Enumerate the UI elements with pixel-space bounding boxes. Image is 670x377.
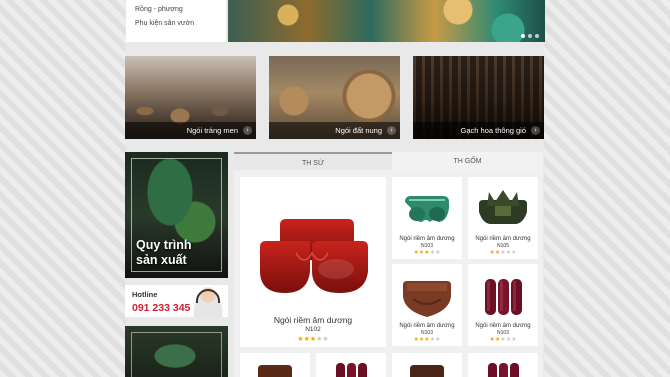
product-card[interactable] xyxy=(392,353,462,377)
tab-th-su[interactable]: TH SỨ xyxy=(234,152,392,170)
product-card[interactable] xyxy=(468,353,538,377)
hero-banner[interactable] xyxy=(228,0,545,42)
chevron-right-icon[interactable]: › xyxy=(243,126,252,135)
hotline-box[interactable]: Hotline 091 233 345 xyxy=(125,285,228,317)
category-label: Ngói đất nung xyxy=(269,122,400,139)
star-empty-icon: ★ xyxy=(322,336,329,343)
production-process-banner[interactable]: Quy trình sản xuất xyxy=(125,152,228,278)
product-image xyxy=(479,190,527,224)
product-card[interactable]: Ngói riềm âm dương N105 ★★★★★ xyxy=(468,177,538,259)
product-name[interactable]: Ngói riềm âm dương xyxy=(468,236,538,242)
product-name[interactable]: Ngói riềm âm dương xyxy=(392,236,462,242)
product-image xyxy=(410,365,444,377)
product-card[interactable] xyxy=(240,353,310,377)
rating-stars: ★★★★★ xyxy=(468,336,538,343)
category-label: Gạch hoa thông gió xyxy=(413,122,544,139)
rating-stars: ★★★★★ xyxy=(392,336,462,343)
product-name[interactable]: Ngói riềm âm dương xyxy=(392,323,462,329)
star-empty-icon: ★ xyxy=(511,250,517,256)
banner-pagination xyxy=(521,34,539,38)
sidebar-promo-banner[interactable] xyxy=(125,326,228,377)
product-image xyxy=(336,363,367,377)
star-empty-icon: ★ xyxy=(435,250,441,256)
category-tile-clay-tiles[interactable]: Ngói đất nung › xyxy=(269,56,400,139)
process-title: Quy trình sản xuất xyxy=(136,238,192,268)
product-card[interactable] xyxy=(316,353,386,377)
product-image xyxy=(260,219,368,293)
product-card[interactable]: Ngói riềm âm dương N103 ★★★★★ xyxy=(392,264,462,346)
rating-stars: ★★★★★ xyxy=(392,249,462,256)
banner-frame xyxy=(131,332,222,377)
star-empty-icon: ★ xyxy=(435,337,441,343)
product-image xyxy=(403,281,451,317)
product-name[interactable]: Ngói riềm âm dương xyxy=(468,323,538,329)
banner-dot[interactable] xyxy=(528,34,532,38)
product-tabs: TH SỨ TH GỐM xyxy=(234,152,543,170)
menu-item-phu-kien-san-vuon[interactable]: Phụ kiện sân vườn xyxy=(126,17,226,31)
process-title-line1: Quy trình xyxy=(136,238,192,252)
category-tile-glazed-tiles[interactable]: Ngói tráng men › xyxy=(125,56,256,139)
rating-stars: ★★★★★ xyxy=(240,335,386,343)
rating-stars: ★★★★★ xyxy=(468,249,538,256)
product-card-featured[interactable]: Ngói riềm âm dương N102 ★★★★★ xyxy=(240,177,386,347)
category-label: Ngói tráng men xyxy=(125,122,256,139)
product-name[interactable]: Ngói riềm âm dương xyxy=(240,315,386,325)
product-image xyxy=(485,279,522,315)
category-menu: Rồng - phượng Phụ kiện sân vườn xyxy=(126,0,226,42)
process-title-line2: sản xuất xyxy=(136,253,187,267)
product-code: N102 xyxy=(305,326,321,333)
background-pattern-right xyxy=(544,0,670,377)
product-image xyxy=(488,363,519,377)
category-tile-vent-bricks[interactable]: Gạch hoa thông gió › xyxy=(413,56,544,139)
banner-dot[interactable] xyxy=(521,34,525,38)
chevron-right-icon[interactable]: › xyxy=(387,126,396,135)
hotline-label: Hotline xyxy=(132,290,158,299)
hotline-number[interactable]: 091 233 345 xyxy=(132,302,190,314)
tab-th-gom[interactable]: TH GỐM xyxy=(392,152,543,170)
product-card[interactable]: Ngói riềm âm dương N103 ★★★★★ xyxy=(468,264,538,346)
product-card[interactable]: Ngói riềm âm dương N103 ★★★★★ xyxy=(392,177,462,259)
chevron-right-icon[interactable]: › xyxy=(531,126,540,135)
background-pattern-left xyxy=(0,0,126,377)
banner-dot[interactable] xyxy=(535,34,539,38)
product-image xyxy=(258,365,292,377)
star-empty-icon: ★ xyxy=(511,337,517,343)
product-image xyxy=(405,196,449,222)
menu-item-rong-phuong[interactable]: Rồng - phượng xyxy=(126,3,226,17)
